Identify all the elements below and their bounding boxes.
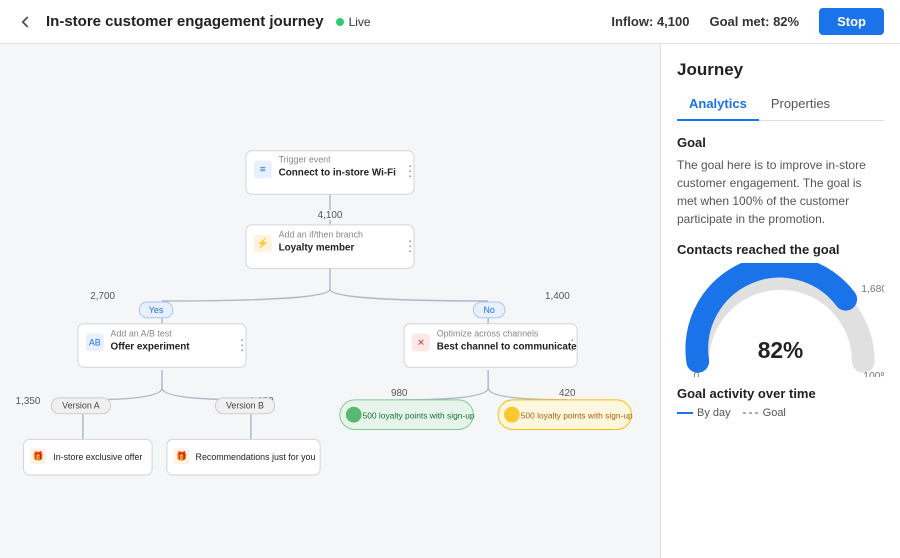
svg-text:500 loyalty points with sign-u: 500 loyalty points with sign-up [363, 411, 475, 421]
svg-text:≡: ≡ [260, 165, 266, 176]
svg-text:⋮: ⋮ [565, 336, 579, 352]
svg-text:Offer experiment: Offer experiment [111, 341, 191, 352]
goal-stat: Goal met: 82% [709, 14, 799, 29]
inflow-value: 4,100 [657, 14, 690, 29]
main-content: ≡ Trigger event Connect to in-store Wi-F… [0, 44, 900, 558]
journey-canvas[interactable]: ≡ Trigger event Connect to in-store Wi-F… [0, 44, 660, 558]
page-title: In-store customer engagement journey [46, 13, 324, 30]
svg-text:Trigger event: Trigger event [279, 155, 331, 165]
goal-section-title: Goal [677, 135, 884, 150]
inflow-stat: Inflow: 4,100 [611, 14, 689, 29]
svg-text:Add an A/B test: Add an A/B test [111, 329, 173, 339]
activity-title: Goal activity over time [677, 386, 884, 401]
goal-value: 82% [773, 14, 799, 29]
live-status: Live [336, 15, 371, 29]
svg-text:🎁: 🎁 [176, 450, 187, 461]
svg-text:100%: 100% [863, 371, 884, 377]
back-button[interactable] [16, 13, 34, 31]
svg-text:AB: AB [89, 337, 101, 347]
svg-text:No: No [483, 305, 494, 315]
contacts-section-title: Contacts reached the goal [677, 242, 884, 257]
svg-text:1,350: 1,350 [16, 396, 41, 407]
chart-legend: By day Goal [677, 407, 884, 419]
svg-text:Yes: Yes [149, 305, 164, 315]
legend-goal-line [743, 412, 759, 414]
svg-text:980: 980 [391, 388, 408, 399]
tab-analytics[interactable]: Analytics [677, 90, 759, 121]
right-panel: Journey Analytics Properties Goal The go… [660, 44, 900, 558]
svg-text:0: 0 [694, 371, 700, 377]
svg-text:1,400: 1,400 [545, 291, 570, 302]
svg-text:82%: 82% [758, 337, 804, 363]
svg-text:⋮: ⋮ [403, 162, 417, 178]
panel-tabs: Analytics Properties [677, 90, 884, 121]
live-dot [336, 18, 344, 26]
svg-text:🎁: 🎁 [33, 450, 44, 461]
stop-button[interactable]: Stop [819, 8, 884, 35]
goal-section-text: The goal here is to improve in-store cus… [677, 156, 884, 228]
svg-text:Loyalty member: Loyalty member [279, 243, 355, 254]
legend-by-day-line [677, 412, 693, 414]
svg-text:420: 420 [559, 388, 576, 399]
goal-label: Goal met: [709, 14, 769, 29]
svg-text:In-store exclusive offer: In-store exclusive offer [53, 452, 142, 462]
live-label: Live [349, 15, 371, 29]
svg-text:Optimize across channels: Optimize across channels [437, 329, 539, 339]
header: In-store customer engagement journey Liv… [0, 0, 900, 44]
svg-text:⋮: ⋮ [235, 336, 249, 352]
legend-goal-label: Goal [763, 407, 786, 419]
svg-text:Connect to in-store Wi-Fi: Connect to in-store Wi-Fi [279, 167, 397, 178]
tab-properties[interactable]: Properties [759, 90, 842, 121]
header-right: Inflow: 4,100 Goal met: 82% Stop [611, 8, 884, 35]
svg-text:Version A: Version A [62, 401, 100, 411]
svg-text:⚡: ⚡ [257, 238, 269, 250]
svg-text:2,700: 2,700 [90, 291, 115, 302]
svg-text:✕: ✕ [417, 337, 424, 347]
svg-text:Version B: Version B [226, 401, 264, 411]
gauge-chart: 82% 0 1,680 100% [677, 263, 884, 382]
svg-text:1,680: 1,680 [861, 284, 884, 295]
activity-chart: 100% 50% 0% Jun 15 Jun 30 Jul 15 Jul 30 … [677, 425, 884, 558]
legend-by-day-label: By day [697, 407, 731, 419]
inflow-label: Inflow: [611, 14, 653, 29]
legend-by-day: By day [677, 407, 731, 419]
svg-text:Best channel to communicate: Best channel to communicate [437, 341, 577, 352]
svg-text:500 loyalty points with sign-u: 500 loyalty points with sign-up [521, 411, 633, 421]
svg-text:4,100: 4,100 [318, 210, 343, 221]
svg-text:Recommendations just for you: Recommendations just for you [196, 452, 316, 462]
svg-text:Add an if/then branch: Add an if/then branch [279, 230, 363, 240]
legend-goal: Goal [743, 407, 786, 419]
svg-text:⋮: ⋮ [403, 238, 417, 254]
panel-title: Journey [677, 60, 884, 80]
